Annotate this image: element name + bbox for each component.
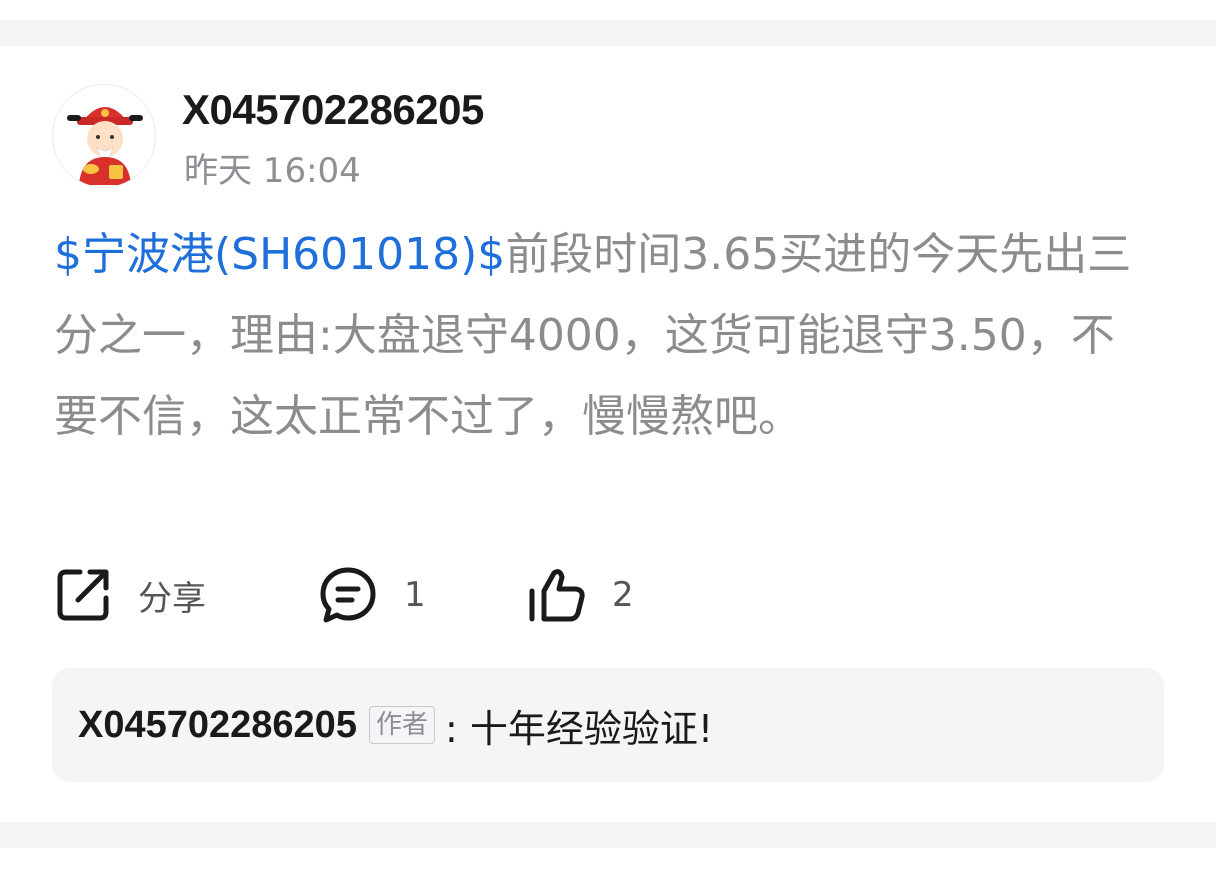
comment-button[interactable]: 1 [318,564,426,626]
comment-count: 1 [404,575,426,615]
reply-text: : 十年经验验证! [444,706,714,751]
avatar-cartoon-icon [67,107,143,185]
post-timestamp: 昨天 16:04 [184,151,361,191]
share-button[interactable]: 分享 [54,564,206,626]
avatar[interactable] [52,84,156,188]
post-card: X045702286205 昨天 16:04 $宁波港(SH601018)$前段… [0,46,1216,822]
stock-tag-link[interactable]: $宁波港(SH601018)$ [54,229,505,280]
bottom-separator [0,822,1216,848]
author-badge: 作者 [368,706,435,744]
reply-username[interactable]: X045702286205 [78,704,357,747]
thumbs-up-icon [529,569,585,622]
post-content: $宁波港(SH601018)$前段时间3.65买进的今天先出三分之一，理由:大盘… [54,214,1144,457]
comment-icon [320,567,376,623]
share-icon [57,569,109,621]
share-label: 分享 [138,578,206,619]
post-username[interactable]: X045702286205 [182,86,484,134]
like-count: 2 [612,575,634,615]
reply-preview[interactable]: X045702286205 作者 : 十年经验验证! [52,668,1164,782]
action-bar: 分享 1 2 [52,564,1152,626]
like-button[interactable]: 2 [526,564,634,626]
top-separator [0,20,1216,46]
